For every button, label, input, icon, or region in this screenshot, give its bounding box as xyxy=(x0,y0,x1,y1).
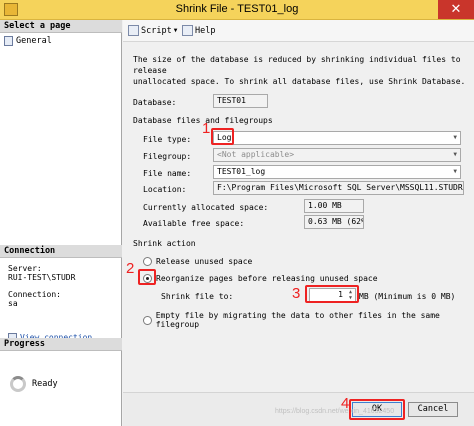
free-space-field: 0.63 MB (62%) xyxy=(304,215,364,229)
location-field: F:\Program Files\Microsoft SQL Server\MS… xyxy=(213,181,464,195)
script-button[interactable]: Script ▼ xyxy=(128,25,177,36)
description: The size of the database is reduced by s… xyxy=(133,54,468,87)
empty-file-radio[interactable]: Empty file by migrating the data to othe… xyxy=(143,311,474,329)
title-bar: Shrink File - TEST01_log ✕ xyxy=(0,0,474,20)
progress-spinner-icon xyxy=(10,376,26,392)
empty-file-label: Empty file by migrating the data to othe… xyxy=(155,311,440,329)
cancel-button[interactable]: Cancel xyxy=(408,402,458,417)
allocated-label: Currently allocated space: xyxy=(143,203,269,212)
release-unused-label: Release unused space xyxy=(156,257,253,266)
description-line-1: The size of the database is reduced by s… xyxy=(133,55,461,75)
free-space-label: Available free space: xyxy=(143,219,245,228)
connection-header: Connection xyxy=(0,245,122,258)
script-icon xyxy=(128,25,139,36)
script-label: Script xyxy=(141,25,172,36)
file-name-label: File name: xyxy=(143,169,192,178)
window-title: Shrink File - TEST01_log xyxy=(175,3,299,15)
release-unused-radio[interactable]: Release unused space xyxy=(143,257,252,266)
main-panel: The size of the database is reduced by s… xyxy=(123,43,474,426)
page-item-general[interactable]: General xyxy=(4,36,52,46)
annotation-box-2 xyxy=(138,269,156,285)
radio-circle xyxy=(143,257,152,266)
shrink-to-unit: MB (Minimum is 0 MB) xyxy=(359,292,456,301)
file-name-value: TEST01_log xyxy=(217,167,266,176)
location-label: Location: xyxy=(143,185,187,194)
annotation-3: 3 xyxy=(292,285,301,302)
close-button[interactable]: ✕ xyxy=(438,0,474,19)
reorganize-label: Reorganize pages before releasing unused… xyxy=(156,274,378,283)
help-label: Help xyxy=(195,25,216,36)
annotation-box-3 xyxy=(305,285,359,303)
connection-label: Connection: xyxy=(8,290,61,299)
toolbar: Script ▼ Help xyxy=(123,20,474,42)
help-icon xyxy=(182,25,193,36)
shrink-to-label: Shrink file to: xyxy=(161,292,234,301)
description-line-2: unallocated space. To shrink all databas… xyxy=(133,77,466,86)
progress-status-text: Ready xyxy=(32,379,58,389)
allocated-field: 1.00 MB xyxy=(304,199,364,213)
left-pane: Select a page General Connection Server:… xyxy=(0,20,122,426)
shrink-action-label: Shrink action xyxy=(133,239,196,248)
help-button[interactable]: Help xyxy=(182,25,215,36)
chevron-down-icon: ▼ xyxy=(453,151,457,158)
progress-status: Ready xyxy=(10,376,58,392)
database-label: Database: xyxy=(133,98,177,107)
radio-circle xyxy=(143,315,152,325)
page-icon xyxy=(4,36,13,46)
database-field: TEST01 xyxy=(213,94,268,108)
chevron-down-icon: ▼ xyxy=(173,27,178,34)
reorganize-radio[interactable]: Reorganize pages before releasing unused… xyxy=(143,274,378,283)
filegroup-select: <Not applicable> ▼ xyxy=(213,148,461,162)
server-value: RUI-TEST\STUDR xyxy=(8,273,76,282)
page-item-label: General xyxy=(16,36,52,46)
file-type-select[interactable]: Log ▼ xyxy=(213,131,461,145)
progress-header: Progress xyxy=(0,338,122,351)
annotation-box-4 xyxy=(349,399,405,420)
annotation-2: 2 xyxy=(126,260,135,277)
filegroup-label: Filegroup: xyxy=(143,152,192,161)
connection-value: sa xyxy=(8,299,18,308)
chevron-down-icon: ▼ xyxy=(453,168,457,175)
annotation-box-1 xyxy=(211,128,234,145)
annotation-1: 1 xyxy=(202,120,211,137)
file-type-label: File type: xyxy=(143,135,192,144)
chevron-down-icon: ▼ xyxy=(453,134,457,141)
file-name-select[interactable]: TEST01_log ▼ xyxy=(213,165,461,179)
select-page-header: Select a page xyxy=(0,20,122,33)
server-label: Server: xyxy=(8,264,42,273)
filegroup-value: <Not applicable> xyxy=(217,150,295,159)
